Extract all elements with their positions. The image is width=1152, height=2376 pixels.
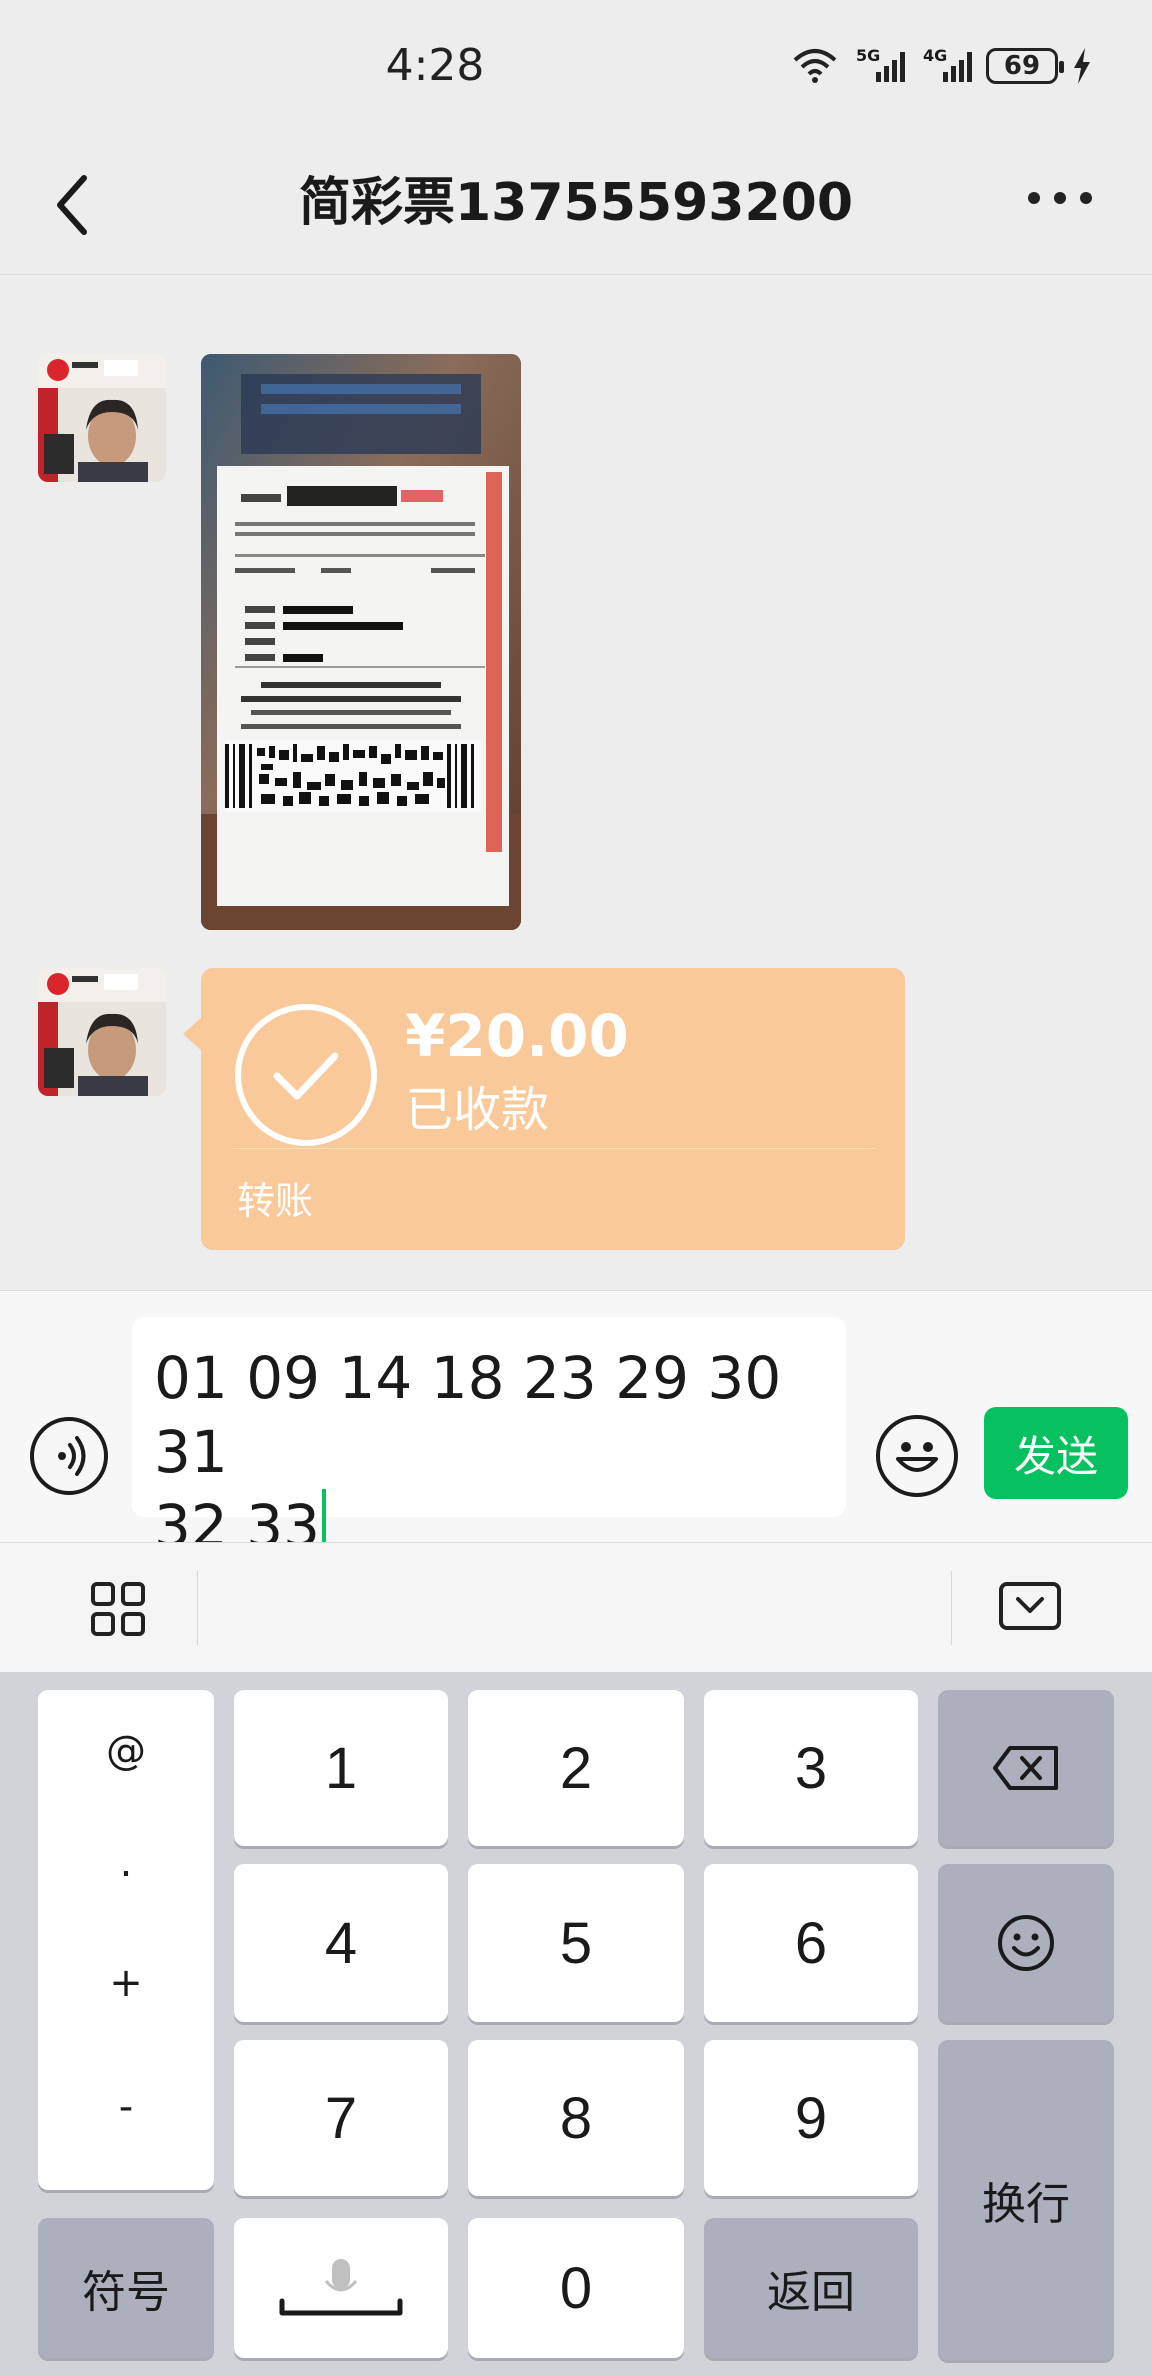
signal-5g-icon: 5G: [856, 46, 905, 82]
key-minus[interactable]: -: [38, 2084, 214, 2130]
toolbar-separator: [951, 1571, 952, 1645]
key-dot[interactable]: .: [38, 1840, 214, 1886]
key-5[interactable]: 5: [468, 1864, 684, 2022]
key-8[interactable]: 8: [468, 2040, 684, 2196]
key-2[interactable]: 2: [468, 1690, 684, 1846]
grid-menu-icon[interactable]: [90, 1581, 146, 1637]
contact-avatar[interactable]: [38, 968, 166, 1096]
key-0[interactable]: 0: [468, 2218, 684, 2358]
backspace-key[interactable]: [938, 1690, 1114, 1846]
toolbar-separator: [197, 1571, 198, 1645]
key-3[interactable]: 3: [704, 1690, 918, 1846]
keyboard-toolbar: [0, 1542, 1152, 1672]
transfer-status: 已收款: [405, 1082, 550, 1138]
key-6[interactable]: 6: [704, 1864, 918, 2022]
status-time: 4:28: [385, 40, 485, 91]
more-dots-icon[interactable]: [1028, 192, 1092, 204]
newline-key[interactable]: 换行: [938, 2040, 1114, 2360]
message-input[interactable]: 01 09 14 18 23 29 30 31 32 33: [132, 1317, 846, 1563]
transfer-label: 转账: [237, 1179, 314, 1223]
input-bar: 01 09 14 18 23 29 30 31 32 33 发送: [0, 1290, 1152, 1563]
symbol-key[interactable]: 符号: [38, 2218, 214, 2358]
contact-avatar[interactable]: [38, 354, 166, 482]
chat-title: 简彩票13755593200: [299, 173, 853, 233]
key-at[interactable]: @: [38, 1728, 214, 1774]
transfer-bubble[interactable]: ¥20.00 已收款 转账: [183, 968, 905, 1250]
microphone-space-icon: [279, 2259, 403, 2316]
key-4[interactable]: 4: [234, 1864, 448, 2022]
transfer-amount: ¥20.00: [405, 1002, 629, 1070]
status-bar: 4:28 5G 4G 69: [0, 0, 1152, 130]
emoji-icon[interactable]: [876, 1415, 958, 1497]
chat-header: 简彩票13755593200: [0, 130, 1152, 275]
backspace-icon: [993, 1746, 1058, 1790]
status-icons: 5G 4G 69: [792, 44, 1092, 88]
numeric-keyboard: @ . + - 1 2 3 4 5 6 7 8 9 换行 符号 0 返回: [0, 1672, 1152, 2376]
divider: [231, 1148, 875, 1149]
wifi-icon: [793, 49, 837, 83]
message-input-line: 01 09 14 18 23 29 30 31: [154, 1344, 782, 1486]
voice-icon[interactable]: [30, 1417, 108, 1495]
smiley-icon: [998, 1915, 1054, 1971]
emoji-key[interactable]: [938, 1864, 1114, 2022]
check-icon: [235, 1004, 377, 1146]
symbol-column: @ . + -: [38, 1690, 214, 2190]
battery-icon: 69: [986, 48, 1064, 84]
lottery-ticket-photo[interactable]: [201, 354, 521, 930]
key-1[interactable]: 1: [234, 1690, 448, 1846]
key-plus[interactable]: +: [38, 1960, 214, 2006]
send-button[interactable]: 发送: [984, 1407, 1128, 1499]
return-key[interactable]: 返回: [704, 2218, 918, 2358]
space-key[interactable]: [234, 2218, 448, 2358]
key-9[interactable]: 9: [704, 2040, 918, 2196]
hide-keyboard-icon[interactable]: [998, 1581, 1062, 1631]
charging-icon: [1074, 48, 1090, 84]
signal-4g-icon: 4G: [923, 46, 972, 82]
key-7[interactable]: 7: [234, 2040, 448, 2196]
